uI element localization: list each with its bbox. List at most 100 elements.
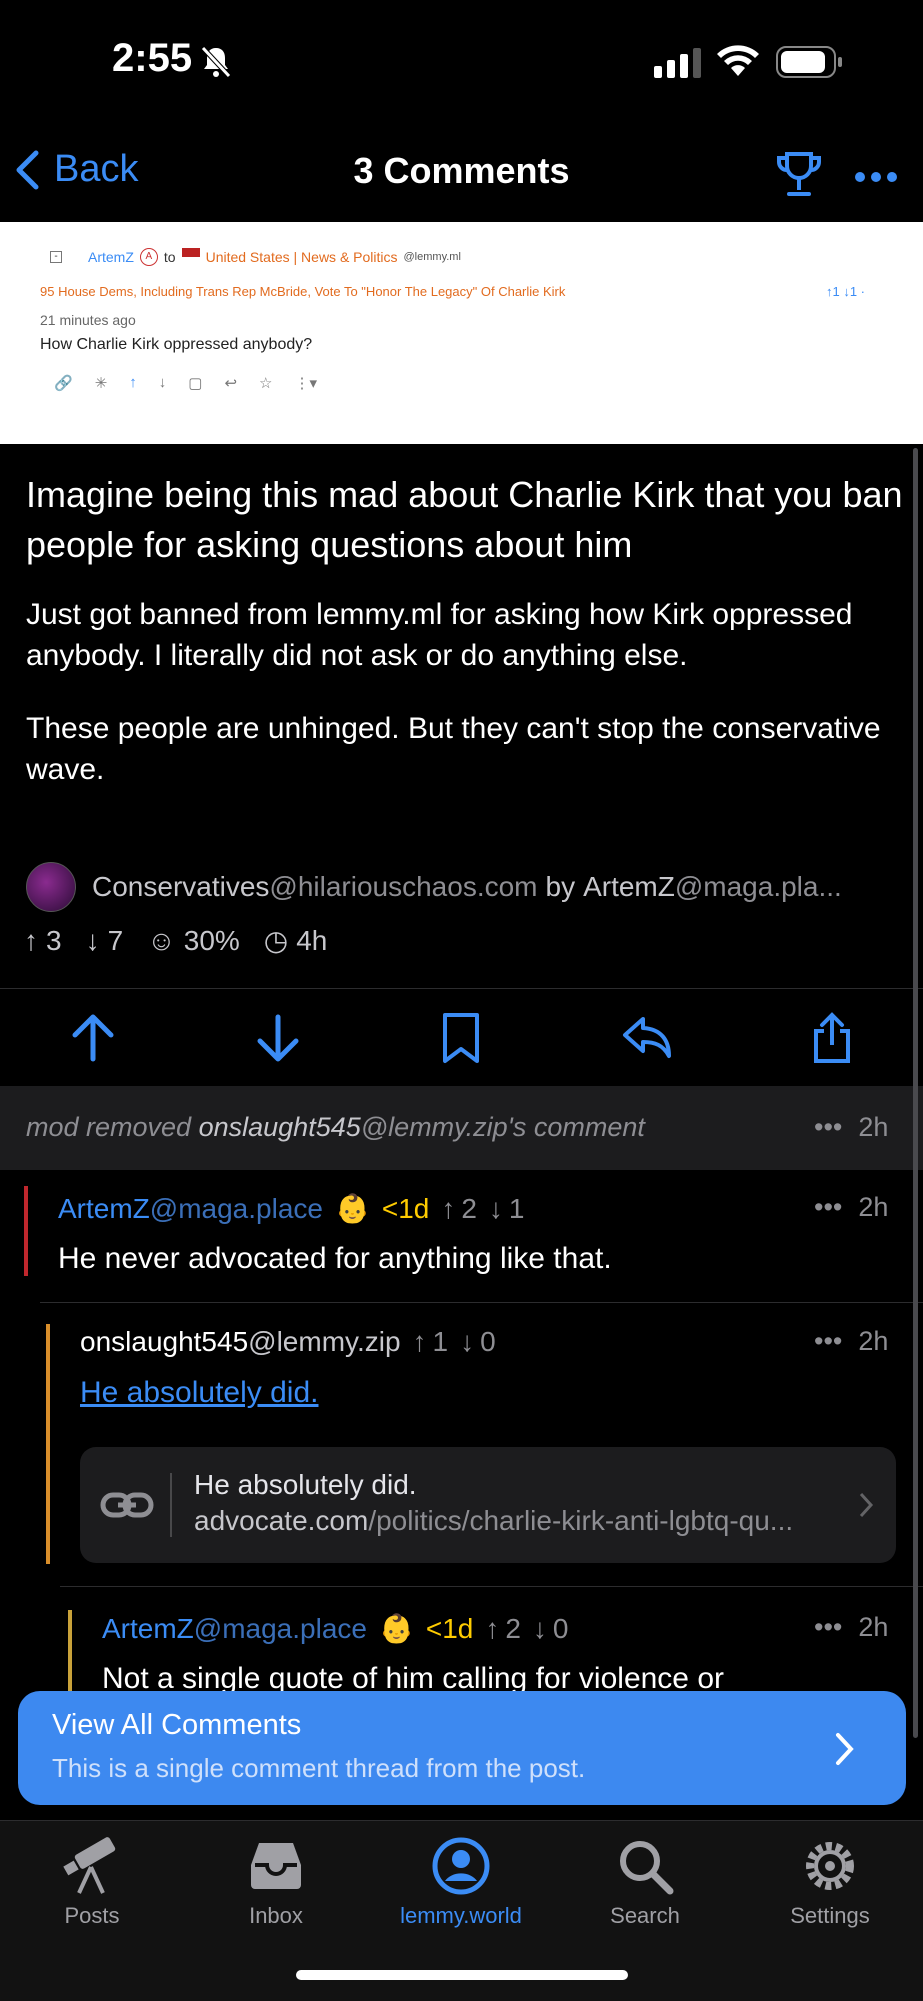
share-button[interactable]	[810, 1011, 854, 1065]
screenshot-votes: ↑1 ↓1 ·	[826, 284, 866, 299]
mod-notice-suffix: 's comment	[507, 1112, 645, 1142]
mod-notice-prefix: mod removed	[26, 1112, 192, 1142]
baby-icon: 👶	[378, 1613, 414, 1644]
comment-author[interactable]: ArtemZ	[58, 1193, 150, 1225]
screenshot-author-badge: A	[139, 248, 158, 266]
chevron-right-icon	[859, 1492, 874, 1518]
screenshot-to: to	[163, 249, 176, 265]
screenshot-post-title: 95 House Dems, Including Trans Rep McBri…	[40, 284, 566, 299]
post-community-line[interactable]: Conservatives @hilariouschaos.com by Art…	[26, 862, 896, 912]
cellular-signal-icon	[654, 48, 702, 83]
post-age: 4h	[296, 924, 328, 956]
comment-link[interactable]: He absolutely did.	[80, 1376, 318, 1410]
tab-label: Search	[610, 1903, 680, 1928]
arrow-up-icon: ↑	[441, 1192, 456, 1224]
comment-downvotes: 0	[480, 1326, 496, 1357]
screenshot-action-icons: 🔗 ✳ ↑ ↓ ▢ ↩ ☆ ⋮▾	[54, 374, 318, 392]
bookmark-button[interactable]	[439, 1011, 483, 1065]
community-instance: @hilariouschaos.com	[269, 871, 538, 902]
upvote-button[interactable]	[69, 1013, 117, 1063]
screenshot-instance: @lemmy.ml	[403, 251, 461, 263]
ellipsis-icon	[855, 172, 897, 182]
comment-downvotes: 1	[508, 1192, 525, 1224]
divider	[40, 1302, 923, 1303]
downvote-button[interactable]	[254, 1013, 302, 1063]
silent-mode-icon	[198, 44, 234, 85]
new-account-badge: <1d	[381, 1192, 430, 1224]
mod-notice-time: 2h	[858, 1112, 889, 1142]
wifi-icon	[716, 44, 760, 83]
link-preview-card[interactable]: He absolutely did. advocate.com/politics…	[80, 1447, 896, 1563]
home-indicator[interactable]	[296, 1970, 628, 1980]
upvote-count: 3	[46, 924, 62, 956]
post-title[interactable]: Imagine being this mad about Charlie Kir…	[26, 470, 906, 570]
link-card-domain: advocate.com	[194, 1505, 369, 1536]
thread-indicator	[46, 1324, 50, 1564]
post-screenshot-image: - ArtemZ A to United States | News & Pol…	[0, 222, 923, 444]
search-icon	[620, 1841, 674, 1895]
post-body-paragraph: These people are unhinged. But they can'…	[26, 712, 881, 786]
more-menu-button[interactable]	[854, 170, 898, 188]
arrow-down-icon: ↓	[460, 1326, 475, 1357]
comment-header: ArtemZ @maga.place 👶 <1d ↑ 2 ↓ 1	[58, 1192, 525, 1225]
comment-time: 2h	[858, 1326, 889, 1356]
tab-label: Inbox	[249, 1903, 303, 1928]
view-all-comments-button[interactable]: View All Comments This is a single comme…	[18, 1691, 906, 1805]
trophy-icon[interactable]	[776, 150, 822, 203]
post-meta: ↑ 3 ↓ 7 ☺ 30% ◷ 4h	[24, 924, 327, 957]
comment-upvotes: 2	[505, 1612, 521, 1644]
comment-author-instance: @maga.place	[149, 1192, 323, 1224]
ellipsis-icon[interactable]: •••	[814, 1192, 842, 1223]
post-body-paragraph: Just got banned from lemmy.ml for asking…	[26, 598, 853, 672]
screenshot-comment: How Charlie Kirk oppressed anybody?	[40, 336, 313, 353]
scrollbar[interactable]	[913, 448, 918, 1738]
clock-icon: ◷	[263, 925, 289, 956]
divider	[60, 1586, 923, 1587]
mod-notice-user: onslaught545	[198, 1112, 361, 1142]
arrow-down-icon: ↓	[532, 1612, 547, 1644]
comment-upvotes: 2	[461, 1192, 477, 1224]
by-label: by	[545, 871, 576, 902]
tab-settings[interactable]: Settings	[760, 1835, 900, 1929]
arrow-down-icon: ↓	[85, 924, 100, 956]
comment-author-instance: @lemmy.zip	[248, 1326, 401, 1357]
comment-time: 2h	[858, 1612, 889, 1642]
comment-downvotes: 0	[552, 1612, 569, 1644]
community-name[interactable]: Conservatives	[92, 871, 269, 903]
post-author[interactable]: ArtemZ	[583, 871, 675, 903]
tab-search[interactable]: Search	[575, 1835, 715, 1929]
tab-posts[interactable]: Posts	[22, 1835, 162, 1929]
comment-header: onslaught545 @lemmy.zip ↑ 1 ↓ 0	[80, 1326, 496, 1358]
arrow-down-icon: ↓	[488, 1192, 503, 1224]
collapse-icon: -	[50, 251, 62, 263]
post-author-instance: @maga.pla...	[674, 871, 842, 902]
comment-author-instance: @maga.place	[193, 1612, 367, 1644]
link-card-title: He absolutely did.	[194, 1469, 417, 1500]
upvote-ratio: 30%	[183, 924, 240, 956]
comment-author[interactable]: ArtemZ	[102, 1613, 194, 1645]
link-card-path: /politics/charlie-kirk-anti-lgbtq-qu...	[368, 1505, 794, 1536]
reply-button[interactable]	[621, 1015, 673, 1061]
downvote-count: 7	[107, 924, 124, 956]
arrow-up-icon: ↑	[24, 924, 38, 956]
battery-icon	[776, 46, 844, 85]
screenshot-timestamp: 21 minutes ago	[40, 312, 136, 328]
tab-inbox[interactable]: Inbox	[206, 1835, 346, 1929]
mod-notice-instance: @lemmy.zip	[360, 1112, 508, 1142]
ellipsis-icon[interactable]: •••	[814, 1112, 842, 1143]
post-action-bar	[0, 990, 923, 1086]
tab-account[interactable]: lemmy.world	[391, 1835, 531, 1929]
comment-header: ArtemZ @maga.place 👶 <1d ↑ 2 ↓ 0	[102, 1612, 569, 1645]
comment-author[interactable]: onslaught545	[80, 1326, 248, 1358]
mod-removed-notice[interactable]: mod removed onslaught545@lemmy.zip's com…	[0, 1086, 923, 1170]
screenshot-community: United States | News & Politics	[205, 249, 398, 265]
screenshot-author: ArtemZ	[88, 249, 134, 265]
link-icon	[100, 1492, 154, 1518]
comment-upvotes: 1	[432, 1326, 449, 1357]
ellipsis-icon[interactable]: •••	[814, 1612, 842, 1643]
community-avatar	[26, 862, 76, 912]
flag-icon	[181, 248, 200, 266]
ellipsis-icon[interactable]: •••	[814, 1326, 842, 1357]
status-time: 2:55	[112, 36, 193, 80]
divider	[0, 988, 923, 989]
